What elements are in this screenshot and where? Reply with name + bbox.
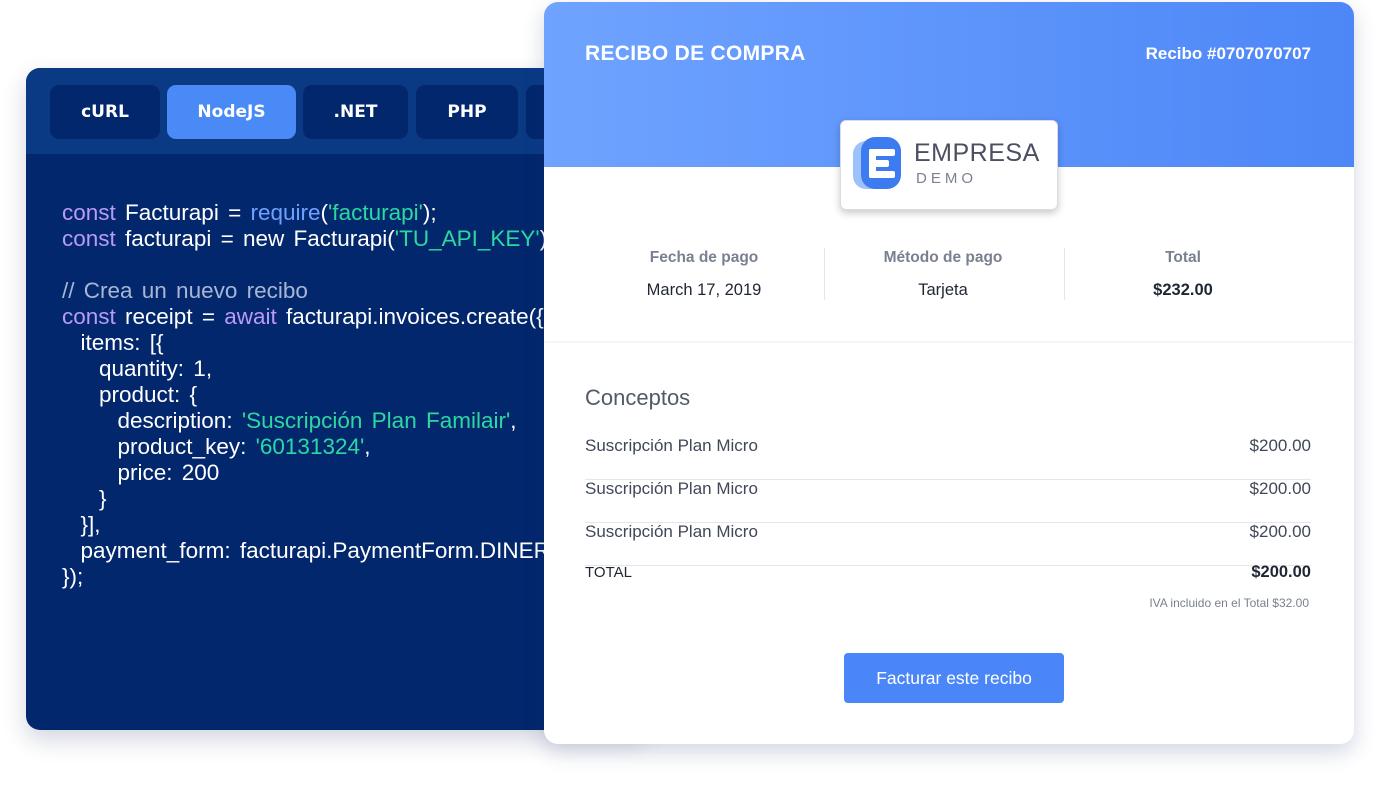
code-snippet: const Facturapi = require('facturapi'); c… <box>62 200 622 590</box>
empresa-e-logo-icon <box>853 137 901 189</box>
payment-date-label: Fecha de pago <box>649 249 759 266</box>
payment-date-value: March 17, 2019 <box>646 281 762 299</box>
summary-divider <box>1064 248 1065 300</box>
code-token: receipt = <box>115 304 225 329</box>
code-line: const receipt = await facturapi.invoices… <box>62 304 622 330</box>
code-token: quantity: 1, <box>62 356 213 381</box>
code-token: await <box>224 304 277 329</box>
code-token: product_key: <box>62 434 256 459</box>
receipt-title: RECIBO DE COMPRA <box>585 42 806 65</box>
code-token: }); <box>62 564 84 589</box>
code-line: price: 200 <box>62 460 622 486</box>
code-line: product_key: '60131324', <box>62 434 622 460</box>
item-name: Suscripción Plan Micro <box>585 479 758 498</box>
item-price: $200.00 <box>1249 436 1311 455</box>
code-token: , <box>364 434 371 459</box>
tab-curl[interactable]: cURL <box>50 85 160 139</box>
code-token: ( <box>320 200 329 225</box>
payment-method: Método de pago Tarjeta <box>823 249 1063 300</box>
iva-note: IVA incluido en el Total $32.00 <box>1149 596 1309 610</box>
code-line: quantity: 1, <box>62 356 622 382</box>
item-name: Suscripción Plan Micro <box>585 436 758 455</box>
payment-total: Total $232.00 <box>1063 249 1303 300</box>
tab-php[interactable]: PHP <box>416 85 518 139</box>
item-price: $200.00 <box>1249 522 1311 541</box>
payment-date: Fecha de pago March 17, 2019 <box>584 249 824 300</box>
code-line: description: 'Suscripción Plan Familair'… <box>62 408 622 434</box>
code-token: 'Suscripción Plan Familair' <box>241 408 511 433</box>
code-line: const facturapi = new Facturapi('TU_API_… <box>62 226 622 252</box>
code-token: // Crea un nuevo recibo <box>62 278 308 303</box>
summary-divider <box>824 248 825 300</box>
list-item: Suscripción Plan Micro $200.00 <box>585 436 1311 480</box>
receipt-number: Recibo #0707070707 <box>1145 44 1311 63</box>
code-token: '60131324' <box>255 434 365 459</box>
code-line: product: { <box>62 382 622 408</box>
receipt-total-amount: $200.00 <box>1251 563 1311 581</box>
code-token: price: 200 <box>62 460 220 485</box>
code-token: const <box>62 304 116 329</box>
code-token: facturapi = new Facturapi( <box>115 226 395 251</box>
code-line: } <box>62 486 622 512</box>
receipt-total-label: TOTAL <box>585 564 632 581</box>
code-token: const <box>62 200 116 225</box>
code-token: const <box>62 226 116 251</box>
code-token: facturapi.invoices.create({ <box>276 304 544 329</box>
invoice-receipt-button[interactable]: Facturar este recibo <box>844 653 1064 703</box>
code-token: description: <box>62 408 242 433</box>
code-token: payment_form: facturapi.PaymentForm.DINE… <box>62 538 568 563</box>
list-item: Suscripción Plan Micro $200.00 <box>585 522 1311 566</box>
code-token: Facturapi = <box>115 200 251 225</box>
payment-total-value: $232.00 <box>1153 281 1213 299</box>
code-token: }], <box>62 512 101 537</box>
payment-method-value: Tarjeta <box>918 281 968 299</box>
code-line: const Facturapi = require('facturapi'); <box>62 200 622 226</box>
code-line: // Crea un nuevo recibo <box>62 278 622 304</box>
concepts-title: Conceptos <box>585 385 691 410</box>
tab-nodejs[interactable]: NodeJS <box>167 85 296 139</box>
code-line: items: [{ <box>62 330 622 356</box>
company-subtitle: DEMO <box>916 170 977 187</box>
code-token: , <box>510 408 517 433</box>
code-token: items: [{ <box>62 330 164 355</box>
tab-dotnet[interactable]: .NET <box>303 85 408 139</box>
code-line: payment_form: facturapi.PaymentForm.DINE… <box>62 538 622 564</box>
payment-method-label: Método de pago <box>883 249 1003 266</box>
code-token: product: { <box>62 382 198 407</box>
item-name: Suscripción Plan Micro <box>585 522 758 541</box>
code-token: require <box>250 200 321 225</box>
code-token: 'facturapi' <box>328 200 423 225</box>
receipt-card: RECIBO DE COMPRA Recibo #0707070707 Fech… <box>544 2 1354 744</box>
stage: cURL NodeJS .NET PHP const Facturapi = r… <box>0 0 1380 786</box>
list-item: Suscripción Plan Micro $200.00 <box>585 479 1311 523</box>
code-line: }], <box>62 512 622 538</box>
item-price: $200.00 <box>1249 479 1311 498</box>
company-name: EMPRESA <box>914 139 1040 167</box>
payment-total-label: Total <box>1165 249 1201 266</box>
code-token: ); <box>422 200 437 225</box>
code-token: } <box>62 486 107 511</box>
company-logo: EMPRESA DEMO <box>840 120 1058 210</box>
code-token: 'TU_API_KEY' <box>394 226 540 251</box>
code-line: }); <box>62 564 622 590</box>
